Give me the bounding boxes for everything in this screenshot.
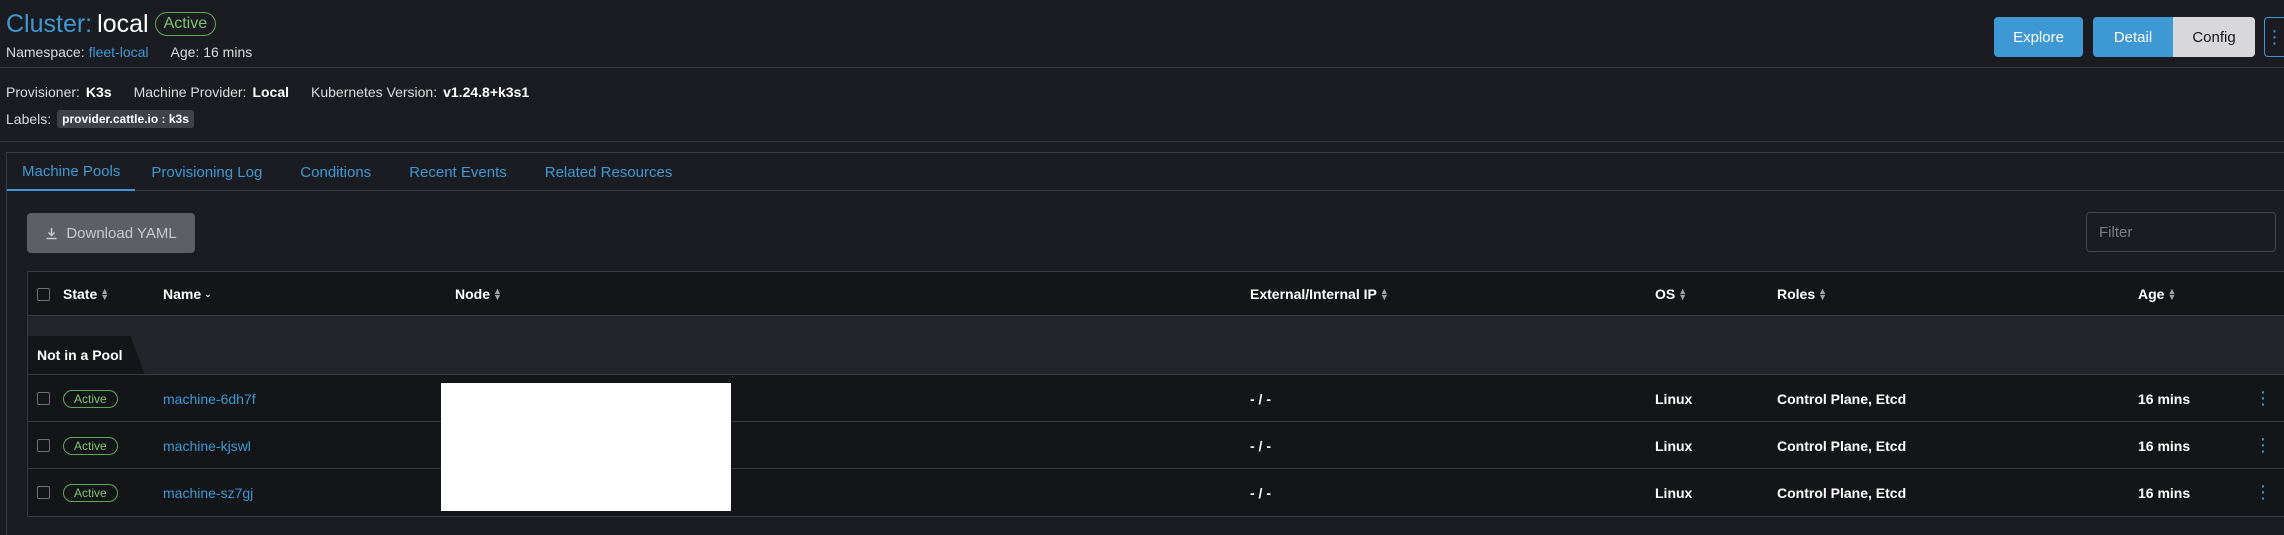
column-age[interactable]: Age ▲ ▼: [2138, 272, 2176, 316]
roles-cell: Control Plane, Etcd: [1777, 390, 1907, 407]
sort-icon: ▲ ▼: [1678, 286, 1688, 302]
os-cell: Linux: [1655, 390, 1693, 407]
cluster-meta: Provisioner: K3s Machine Provider: Local…: [6, 84, 529, 100]
column-age-label: Age: [2138, 286, 2165, 302]
age-cell: 16 mins: [2138, 437, 2191, 454]
age-cell: 16 mins: [2138, 484, 2191, 501]
column-node[interactable]: Node ▲ ▼: [455, 272, 502, 316]
download-yaml-button[interactable]: Download YAML: [27, 213, 195, 253]
namespace-label: Namespace:: [6, 44, 85, 60]
group-row: Not in a Pool: [28, 316, 2284, 375]
column-node-label: Node: [455, 286, 490, 302]
sort-icon: ▲ ▼: [1379, 286, 1389, 302]
os-cell: Linux: [1655, 437, 1693, 454]
sort-icon: ▲ ▼: [493, 286, 502, 302]
column-os-label: OS: [1655, 286, 1676, 302]
namespace-link[interactable]: fleet-local: [89, 44, 149, 60]
divider: [0, 141, 2284, 142]
cluster-name: local: [97, 9, 149, 38]
labels-row: Labels: provider.cattle.io : k3s: [6, 110, 194, 128]
os-cell: Linux: [1655, 484, 1693, 501]
machine-name-link[interactable]: machine-sz7gj: [163, 469, 253, 516]
machines-table: State ▲ ▼ Name ⌄ Node ▲ ▼ External/Interna…: [27, 271, 2284, 517]
label-tag: provider.cattle.io : k3s: [57, 110, 194, 128]
provisioner-value: K3s: [85, 84, 112, 100]
tab-machine-pools[interactable]: Machine Pools: [7, 153, 136, 191]
sort-icon: ▲ ▼: [100, 286, 110, 302]
provisioner-label: Provisioner:: [6, 84, 80, 100]
labels-label: Labels:: [6, 111, 52, 127]
machine-provider-value: Local: [252, 84, 290, 100]
config-button[interactable]: Config: [2173, 17, 2255, 57]
column-state[interactable]: State ▲ ▼: [63, 272, 109, 316]
status-badge: Active: [154, 12, 217, 36]
row-actions-icon[interactable]: ⋮: [2254, 469, 2272, 516]
explore-button[interactable]: Explore: [1994, 17, 2083, 57]
age-cell: 16 mins: [2138, 390, 2191, 407]
tab-recent-events[interactable]: Recent Events: [394, 153, 522, 191]
row-actions-icon[interactable]: ⋮: [2254, 375, 2272, 422]
state-badge: Active: [63, 389, 118, 408]
download-icon: [46, 227, 57, 239]
state-badge: Active: [63, 436, 118, 455]
tab-conditions[interactable]: Conditions: [285, 153, 386, 191]
tab-related-resources[interactable]: Related Resources: [530, 153, 688, 191]
select-all-checkbox[interactable]: [37, 287, 50, 301]
table-header: State ▲ ▼ Name ⌄ Node ▲ ▼ External/Interna…: [28, 272, 2284, 316]
tabbed-panel: Machine Pools Provisioning Log Condition…: [6, 152, 2284, 535]
title-prefix: Cluster:: [6, 9, 93, 38]
table-row: Active machine-6dh7f - / - Linux Control…: [28, 375, 2284, 422]
page-header: Cluster: local Active Namespace: fleet-l…: [6, 8, 253, 61]
header-actions: Explore Detail Config ⋮: [1994, 17, 2284, 57]
detail-button[interactable]: Detail: [2093, 17, 2173, 57]
divider: [0, 67, 2284, 68]
tab-provisioning-log[interactable]: Provisioning Log: [136, 153, 277, 191]
ip-cell: - / -: [1250, 484, 1271, 501]
column-roles-label: Roles: [1777, 286, 1816, 302]
ip-cell: - / -: [1250, 437, 1271, 454]
download-yaml-label: Download YAML: [66, 224, 177, 242]
age-text: Age: 16 mins: [170, 44, 253, 60]
state-badge: Active: [63, 483, 118, 502]
sort-icon: ▲ ▼: [2167, 286, 2177, 302]
column-name-label: Name: [163, 286, 202, 302]
row-checkbox[interactable]: [37, 392, 50, 405]
group-label: Not in a Pool: [28, 336, 145, 374]
column-state-label: State: [63, 286, 98, 302]
roles-cell: Control Plane, Etcd: [1777, 484, 1907, 501]
machine-provider-label: Machine Provider:: [133, 84, 247, 100]
sort-icon: ▲ ▼: [1818, 286, 1828, 302]
redacted-node-column: [441, 383, 731, 511]
row-actions-icon[interactable]: ⋮: [2254, 422, 2272, 469]
column-ip[interactable]: External/Internal IP ▲ ▼: [1250, 272, 1389, 316]
machine-name-link[interactable]: machine-kjswl: [163, 422, 251, 469]
sort-desc-icon: ⌄: [204, 289, 212, 299]
row-checkbox[interactable]: [37, 486, 50, 499]
k8s-version-label: Kubernetes Version:: [311, 84, 438, 100]
machine-name-link[interactable]: machine-6dh7f: [163, 375, 256, 422]
column-roles[interactable]: Roles ▲ ▼: [1777, 272, 1827, 316]
roles-cell: Control Plane, Etcd: [1777, 437, 1907, 454]
table-row: Active machine-kjswl - / - Linux Control…: [28, 422, 2284, 469]
table-row: Active machine-sz7gj - / - Linux Control…: [28, 469, 2284, 516]
filter-input[interactable]: [2086, 212, 2276, 252]
column-ip-label: External/Internal IP: [1250, 286, 1377, 302]
column-name[interactable]: Name ⌄: [163, 272, 212, 316]
tab-bar: Machine Pools Provisioning Log Condition…: [7, 153, 2284, 191]
more-actions-button[interactable]: ⋮: [2264, 17, 2284, 57]
ip-cell: - / -: [1250, 390, 1271, 407]
k8s-version-value: v1.24.8+k3s1: [443, 84, 530, 100]
cluster-detail-page: Cluster: local Active Namespace: fleet-l…: [0, 0, 2284, 535]
row-checkbox[interactable]: [37, 439, 50, 452]
column-os[interactable]: OS ▲ ▼: [1655, 272, 1687, 316]
